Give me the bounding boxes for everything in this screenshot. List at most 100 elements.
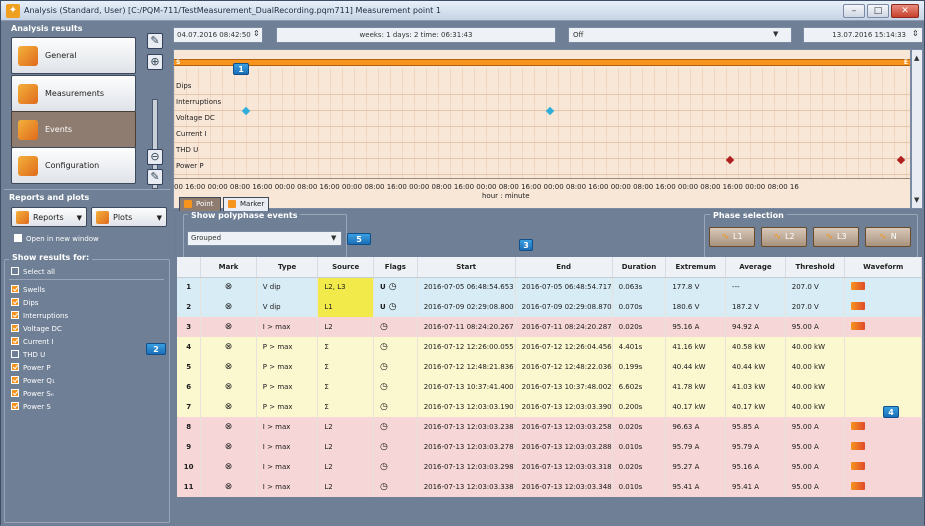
settings-edit-icon[interactable]: ✎	[147, 169, 163, 185]
mode-select[interactable]: Off	[568, 27, 792, 43]
dropdown-arrow-icon[interactable]: ▼	[773, 30, 778, 38]
waveform-icon[interactable]	[851, 442, 866, 450]
mark-icon[interactable]: ⊗	[200, 377, 257, 397]
mark-icon[interactable]: ⊗	[200, 337, 257, 357]
results-item-checkbox[interactable]: Voltage DC	[11, 323, 161, 336]
plots-icon	[96, 211, 109, 224]
maximize-button[interactable]: □	[867, 4, 889, 18]
timeline-chart[interactable]: S E Dips Interruptions Voltage DC Current I…	[173, 49, 911, 209]
select-all-checkbox[interactable]: Select all	[11, 267, 55, 276]
results-item-checkbox[interactable]: Current I	[11, 336, 161, 349]
phase-n-button[interactable]: ∿ N	[865, 227, 911, 247]
timeline-scrollbar[interactable]: ▲ ▼	[911, 49, 923, 209]
nav-events-button[interactable]: Events	[11, 111, 136, 148]
event-duration: 0.070s	[612, 297, 667, 317]
table-header-row: Mark Type Source Flags Start End Duration Extre…	[177, 257, 922, 278]
mark-icon[interactable]: ⊗	[200, 277, 257, 297]
open-new-window-checkbox[interactable]: Open in new window	[14, 234, 99, 243]
timeline-row-label: Interruptions	[176, 98, 222, 106]
tab-point[interactable]: Point	[179, 197, 221, 211]
column-header[interactable]	[177, 257, 202, 278]
timeline-row-line	[174, 158, 910, 159]
waveform-icon[interactable]	[851, 302, 866, 310]
table-row[interactable]: 9 ⊗ I > max L2 ◷ 2016-07-13 12:03:03.278 2016-…	[177, 437, 922, 457]
scroll-up-icon[interactable]: ▲	[914, 54, 919, 62]
mark-icon[interactable]: ⊗	[200, 457, 257, 477]
column-header[interactable]: Mark	[200, 257, 257, 278]
waveform-icon[interactable]	[851, 482, 866, 490]
results-item-checkbox[interactable]: Swells	[11, 284, 161, 297]
tab-marker[interactable]: Marker	[223, 197, 269, 211]
table-row[interactable]: 10 ⊗ I > max L2 ◷ 2016-07-13 12:03:03.298 2016…	[177, 457, 922, 477]
scroll-down-icon[interactable]: ▼	[914, 196, 919, 204]
table-row[interactable]: 3 ⊗ I > max L2 ◷ 2016-07-11 08:24:20.267 2016-…	[177, 317, 922, 337]
nav-measurements-button[interactable]: Measurements	[11, 75, 136, 112]
column-header[interactable]: Type	[256, 257, 319, 278]
mark-icon[interactable]: ⊗	[200, 477, 257, 497]
table-row[interactable]: 7 ⊗ P > max Σ ◷ 2016-07-13 12:03:03.190 2016-0…	[177, 397, 922, 417]
table-row[interactable]: 6 ⊗ P > max Σ ◷ 2016-07-13 10:37:41.400 2016-0…	[177, 377, 922, 397]
nav-general-button[interactable]: General	[11, 37, 136, 74]
column-header[interactable]: Flags	[373, 257, 418, 278]
column-header[interactable]: Duration	[612, 257, 667, 278]
table-row[interactable]: 5 ⊗ P > max Σ ◷ 2016-07-12 12:48:21.836 2016-0…	[177, 357, 922, 377]
results-item-checkbox[interactable]: THD U	[11, 349, 161, 362]
edit-icon[interactable]: ✎	[147, 33, 163, 49]
phase-l1-button[interactable]: ∿ L1	[709, 227, 755, 247]
point-icon	[184, 200, 192, 208]
mark-icon[interactable]: ⊗	[200, 417, 257, 437]
column-header[interactable]: Extremum	[665, 257, 727, 278]
minimize-button[interactable]: –	[843, 4, 865, 18]
clock-icon: ◷	[380, 382, 388, 392]
phase-l2-button[interactable]: ∿ L2	[761, 227, 807, 247]
nav-configuration-button[interactable]: Configuration	[11, 147, 136, 184]
phase-l3-button[interactable]: ∿ L3	[813, 227, 859, 247]
results-item-checkbox[interactable]: Power Sₙ	[11, 388, 161, 401]
table-row[interactable]: 11 ⊗ I > max L2 ◷ 2016-07-13 12:03:03.338 2016…	[177, 477, 922, 497]
column-header[interactable]: End	[515, 257, 613, 278]
close-button[interactable]: ✕	[891, 4, 919, 18]
phase-wave-icon: ∿	[721, 232, 729, 242]
column-header[interactable]: Source	[317, 257, 374, 278]
results-item-checkbox[interactable]: Power Q₁	[11, 375, 161, 388]
zoom-out-icon[interactable]: ⊖	[147, 149, 163, 165]
range-start-marker[interactable]: S	[176, 59, 180, 66]
waveform-icon[interactable]	[851, 322, 866, 330]
mark-icon[interactable]: ⊗	[200, 297, 257, 317]
waveform-icon[interactable]	[851, 462, 866, 470]
row-number: 3	[177, 317, 202, 337]
zoom-in-icon[interactable]: ⊕	[147, 54, 163, 70]
date-spinner-icon[interactable]: ⇕	[253, 29, 260, 38]
date-spinner-icon[interactable]: ⇕	[912, 29, 919, 38]
reports-button[interactable]: Reports ▼	[11, 207, 87, 227]
waveform-icon[interactable]	[851, 282, 866, 291]
column-header[interactable]: Threshold	[785, 257, 846, 278]
table-row[interactable]: 8 ⊗ I > max L2 ◷ 2016-07-13 12:03:03.238 2016-…	[177, 417, 922, 437]
results-item-checkbox[interactable]: Interruptions	[11, 310, 161, 323]
event-threshold: 40.00 kW	[785, 357, 846, 377]
results-item-checkbox[interactable]: Power P	[11, 362, 161, 375]
results-item-checkbox[interactable]: Power S	[11, 401, 161, 414]
column-header[interactable]: Waveform	[844, 257, 922, 278]
results-item-checkbox[interactable]: Dips	[11, 297, 161, 310]
table-row[interactable]: 1 ⊗ V dip L2, L3 U ◷ 2016-07-05 06:48:54.653 20…	[177, 277, 922, 297]
waveform-icon[interactable]	[851, 422, 866, 430]
timeline-range-bar[interactable]	[174, 59, 910, 66]
column-header[interactable]: Average	[725, 257, 786, 278]
mark-icon[interactable]: ⊗	[200, 397, 257, 417]
plots-button[interactable]: Plots ▼	[91, 207, 167, 227]
event-average: 40.58 kW	[725, 337, 786, 357]
table-row[interactable]: 4 ⊗ P > max Σ ◷ 2016-07-12 12:26:00.055 2016-0…	[177, 337, 922, 357]
table-row[interactable]: 2 ⊗ V dip L1 U ◷ 2016-07-09 02:29:08.800 2016-0…	[177, 297, 922, 317]
event-flags: ◷	[373, 417, 418, 437]
mark-icon[interactable]: ⊗	[200, 357, 257, 377]
window-title: Analysis (Standard, User) [C:/PQM-711/Te…	[24, 6, 441, 15]
column-header[interactable]: Start	[417, 257, 516, 278]
dropdown-arrow-icon[interactable]: ▼	[331, 234, 336, 242]
mark-icon[interactable]: ⊗	[200, 317, 257, 337]
mark-icon[interactable]: ⊗	[200, 437, 257, 457]
range-end-marker[interactable]: E	[904, 59, 908, 66]
date-to-field[interactable]: 13.07.2016 15:14:33	[803, 27, 923, 43]
polyphase-select[interactable]: Grouped	[187, 231, 342, 246]
date-from-field[interactable]: 04.07.2016 08:42:50	[173, 27, 263, 43]
